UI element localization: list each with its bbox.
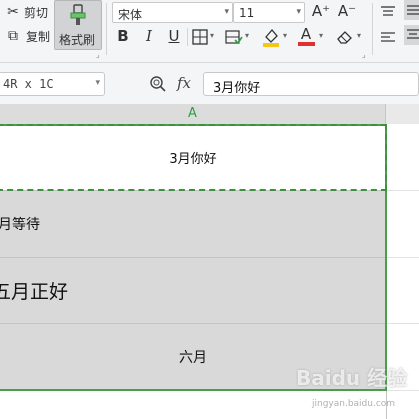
- align-middle-button[interactable]: [404, 0, 419, 20]
- font-size-value: 11: [239, 6, 255, 20]
- underline-icon: U: [168, 27, 180, 45]
- chevron-down-icon: ▾: [245, 31, 250, 40]
- chevron-down-icon: ▾: [296, 7, 301, 17]
- decrease-font-icon: A⁻: [337, 2, 357, 20]
- divider: [372, 3, 373, 55]
- formula-input-value: 3月你好: [213, 81, 261, 96]
- font-color-button[interactable]: A ▾: [298, 25, 328, 48]
- cell-a1[interactable]: 3月你好: [0, 124, 386, 191]
- clear-format-button[interactable]: ▾: [336, 27, 366, 47]
- cell-style-button[interactable]: ▾: [225, 27, 253, 47]
- name-box[interactable]: 4R x 1C ▾: [0, 72, 105, 96]
- cell-b2[interactable]: [387, 191, 419, 258]
- italic-button[interactable]: I: [141, 27, 157, 45]
- align-center-icon: [407, 29, 419, 39]
- align-middle-icon: [407, 5, 419, 15]
- name-box-value: 4R x 1C: [3, 77, 54, 91]
- font-color-icon: A: [300, 25, 312, 43]
- column-header-a[interactable]: A: [0, 104, 386, 124]
- borders-icon: [192, 29, 208, 45]
- align-top-icon: [381, 6, 395, 16]
- fill-color-button[interactable]: ▾: [262, 26, 292, 48]
- italic-icon: I: [146, 27, 152, 45]
- divider: [106, 3, 107, 55]
- increase-font-size-button[interactable]: A⁺: [310, 2, 332, 20]
- cell-a2[interactable]: 月等待: [0, 191, 386, 258]
- font-name-value: 宋体: [118, 8, 143, 22]
- cell-text: 五月正好: [0, 281, 69, 303]
- scissors-icon: ✂: [7, 4, 19, 20]
- bold-icon: B: [117, 27, 129, 45]
- chevron-down-icon: ▾: [210, 31, 215, 40]
- cut-label: 剪切: [24, 6, 49, 20]
- chevron-down-icon: ▾: [95, 78, 100, 88]
- insert-function-button[interactable]: fx: [177, 74, 191, 92]
- chevron-down-icon: ▾: [357, 31, 362, 40]
- ribbon-toolbar: ✂ 剪切 ⧉ 复制 格式刷 ⌟ 宋体 ▾ 11 ▾ A⁺ A⁻ B I U ▾ …: [0, 0, 419, 63]
- baidu-watermark-url: jingyan.baidu.com: [312, 399, 396, 409]
- cell-text: 六月: [179, 350, 207, 366]
- find-function-button[interactable]: [149, 75, 167, 93]
- copy-button[interactable]: ⧉ 复制: [6, 27, 54, 45]
- chevron-down-icon: ▾: [283, 31, 288, 40]
- divider: [187, 28, 188, 46]
- cell-a3[interactable]: 五月正好: [0, 258, 386, 324]
- borders-button[interactable]: ▾: [192, 27, 220, 47]
- eraser-icon: [337, 31, 352, 44]
- formula-input[interactable]: 3月你好: [203, 72, 419, 96]
- chevron-down-icon: ▾: [319, 31, 324, 40]
- font-color-swatch: [298, 42, 315, 46]
- cell-text: 月等待: [0, 217, 40, 233]
- zoom-search-icon: [150, 76, 166, 92]
- copy-icon: ⧉: [8, 28, 18, 44]
- font-size-select[interactable]: 11 ▾: [233, 2, 305, 23]
- align-top-button[interactable]: [380, 3, 396, 17]
- cell-b1[interactable]: [387, 124, 419, 191]
- baidu-watermark: Baidu 经验: [296, 366, 408, 390]
- cell-style-icon: [225, 30, 243, 45]
- format-painter-label: 格式刷: [59, 33, 96, 47]
- cell-text: 3月你好: [169, 151, 217, 167]
- decrease-font-size-button[interactable]: A⁻: [336, 2, 358, 20]
- paintbrush-icon: [70, 4, 86, 25]
- align-left-icon: [381, 32, 395, 42]
- paint-bucket-icon: [263, 28, 279, 47]
- format-painter-button[interactable]: 格式刷: [54, 0, 102, 50]
- copy-label: 复制: [26, 30, 51, 44]
- font-name-select[interactable]: 宋体 ▾: [112, 2, 233, 23]
- chevron-down-icon: ▾: [224, 7, 229, 17]
- align-left-button[interactable]: [380, 29, 396, 43]
- align-center-button[interactable]: [404, 25, 419, 45]
- cell-b3[interactable]: [387, 258, 419, 324]
- font-expand-icon[interactable]: ⌟: [362, 50, 366, 59]
- bold-button[interactable]: B: [115, 27, 131, 45]
- increase-font-icon: A⁺: [311, 2, 331, 20]
- clipboard-expand-icon[interactable]: ⌟: [96, 50, 100, 59]
- underline-button[interactable]: U: [166, 27, 182, 45]
- cut-button[interactable]: ✂ 剪切: [6, 3, 54, 21]
